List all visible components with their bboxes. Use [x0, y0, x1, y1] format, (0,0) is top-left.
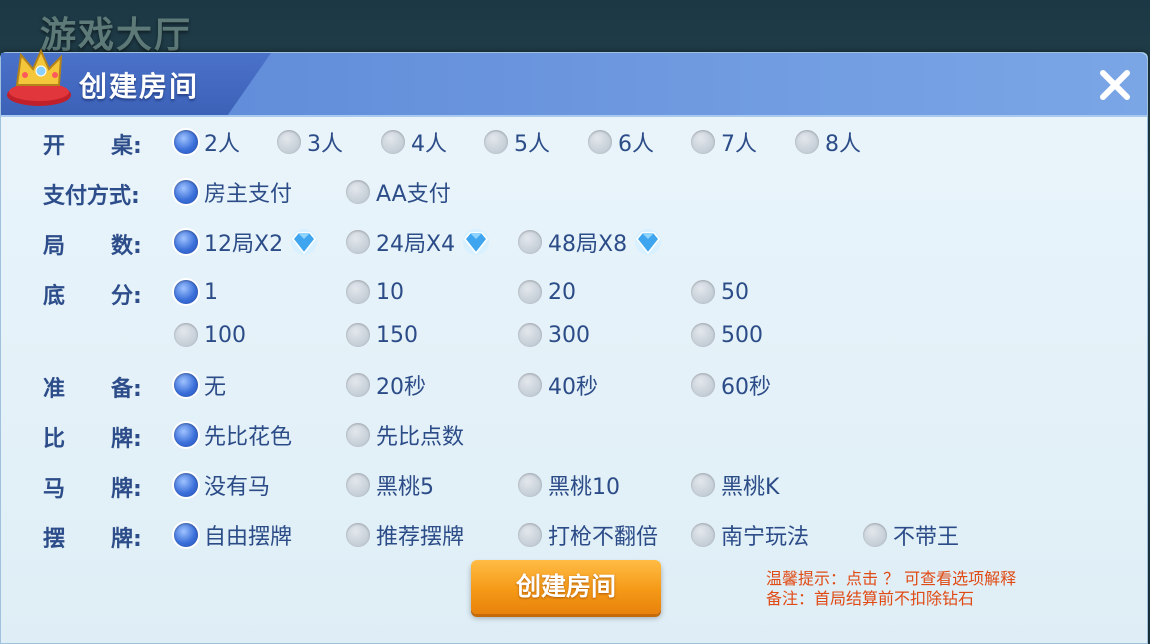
radio[interactable] — [518, 280, 542, 304]
radio[interactable] — [691, 130, 715, 154]
option-24-rounds[interactable]: 24局X4 — [346, 227, 493, 257]
radio[interactable] — [346, 473, 370, 497]
option-7-players[interactable]: 7人 — [691, 127, 757, 157]
radio-selected[interactable] — [174, 423, 198, 447]
radio[interactable] — [691, 523, 715, 547]
create-room-dialog: 创建房间 开 桌: 2人 3人 4人 5人 6人 7人 8人 支付方式: 房主支… — [0, 48, 1148, 644]
radio[interactable] — [795, 130, 819, 154]
option-3-players[interactable]: 3人 — [277, 127, 343, 157]
diamond-icon — [635, 229, 662, 255]
option-6-players[interactable]: 6人 — [588, 127, 654, 157]
row-label: 准 备: — [43, 377, 142, 402]
radio[interactable] — [518, 373, 542, 397]
option-score-50[interactable]: 50 — [691, 277, 749, 307]
radio[interactable] — [691, 323, 715, 347]
row-rounds: 局 数: 12局X2 24局X4 48局X8 — [1, 222, 1147, 262]
row-label: 马 牌: — [43, 477, 142, 502]
radio-selected[interactable] — [174, 180, 198, 204]
radio[interactable] — [691, 473, 715, 497]
option-score-20[interactable]: 20 — [518, 277, 576, 307]
radio[interactable] — [346, 280, 370, 304]
row-label: 比 牌: — [43, 427, 142, 452]
diamond-icon — [463, 229, 490, 255]
dialog-title: 创建房间 — [79, 70, 200, 103]
radio[interactable] — [346, 523, 370, 547]
option-free-arrange[interactable]: 自由摆牌 — [174, 520, 292, 550]
radio[interactable] — [174, 323, 198, 347]
radio[interactable] — [518, 323, 542, 347]
option-no-horse[interactable]: 没有马 — [174, 470, 270, 500]
row-compare: 比 牌: 先比花色 先比点数 — [1, 415, 1147, 455]
row-base-score-2: 100 150 300 500 — [1, 315, 1147, 355]
option-no-joker[interactable]: 不带王 — [863, 520, 959, 550]
row-base-score: 底 分: 1 10 20 50 — [1, 272, 1147, 312]
option-recommended-arrange[interactable]: 推荐摆牌 — [346, 520, 464, 550]
radio[interactable] — [588, 130, 612, 154]
close-icon[interactable] — [1095, 65, 1135, 105]
radio[interactable] — [346, 180, 370, 204]
radio[interactable] — [518, 523, 542, 547]
radio[interactable] — [381, 130, 405, 154]
option-spade-10[interactable]: 黑桃10 — [518, 470, 620, 500]
option-score-10[interactable]: 10 — [346, 277, 404, 307]
option-ready-60s[interactable]: 60秒 — [691, 370, 771, 400]
radio[interactable] — [518, 473, 542, 497]
option-score-1[interactable]: 1 — [174, 277, 218, 307]
option-score-100[interactable]: 100 — [174, 320, 246, 350]
option-no-double[interactable]: 打枪不翻倍 — [518, 520, 658, 550]
radio[interactable] — [691, 373, 715, 397]
radio[interactable] — [346, 423, 370, 447]
radio[interactable] — [863, 523, 887, 547]
row-label: 局 数: — [43, 234, 142, 259]
option-score-500[interactable]: 500 — [691, 320, 763, 350]
option-5-players[interactable]: 5人 — [484, 127, 550, 157]
option-ready-20s[interactable]: 20秒 — [346, 370, 426, 400]
row-label: 开 桌: — [43, 134, 142, 159]
diamond-icon — [291, 229, 318, 255]
tip-line-2: 备注：首局结算前不扣除钻石 — [766, 589, 975, 608]
radio-selected[interactable] — [174, 230, 198, 254]
radio-selected[interactable] — [174, 523, 198, 547]
option-12-rounds[interactable]: 12局X2 — [174, 227, 321, 257]
row-ready-time: 准 备: 无 20秒 40秒 60秒 — [1, 365, 1147, 405]
option-aa-pay[interactable]: AA支付 — [346, 177, 451, 207]
radio-selected[interactable] — [174, 373, 198, 397]
radio[interactable] — [346, 373, 370, 397]
option-nanning-rules[interactable]: 南宁玩法 — [691, 520, 809, 550]
option-compare-rank[interactable]: 先比点数 — [346, 420, 464, 450]
row-payment: 支付方式: 房主支付 AA支付 — [1, 172, 1147, 212]
radio[interactable] — [346, 230, 370, 254]
dialog-title-bar: 创建房间 — [1, 48, 1147, 117]
option-host-pays[interactable]: 房主支付 — [174, 177, 292, 207]
option-score-150[interactable]: 150 — [346, 320, 418, 350]
row-label: 底 分: — [43, 284, 142, 309]
option-ready-none[interactable]: 无 — [174, 370, 226, 400]
row-table-size: 开 桌: 2人 3人 4人 5人 6人 7人 8人 — [1, 122, 1147, 162]
option-8-players[interactable]: 8人 — [795, 127, 861, 157]
option-ready-40s[interactable]: 40秒 — [518, 370, 598, 400]
create-room-button[interactable]: 创建房间 — [471, 560, 661, 614]
option-2-players[interactable]: 2人 — [174, 127, 240, 157]
row-label: 支付方式: — [43, 184, 140, 209]
radio[interactable] — [691, 280, 715, 304]
option-compare-suit[interactable]: 先比花色 — [174, 420, 292, 450]
radio[interactable] — [484, 130, 508, 154]
tip-line-1: 温馨提示：点击 ？ 可查看选项解释 — [766, 569, 1017, 588]
option-spade-k[interactable]: 黑桃K — [691, 470, 779, 500]
radio[interactable] — [518, 230, 542, 254]
radio[interactable] — [277, 130, 301, 154]
radio-selected[interactable] — [174, 280, 198, 304]
tips-text: 温馨提示：点击 ？ 可查看选项解释 备注：首局结算前不扣除钻石 — [766, 569, 1016, 609]
option-4-players[interactable]: 4人 — [381, 127, 447, 157]
crown-icon — [7, 48, 71, 106]
row-arrange: 摆 牌: 自由摆牌 推荐摆牌 打枪不翻倍 南宁玩法 不带王 — [1, 515, 1147, 555]
radio[interactable] — [346, 323, 370, 347]
row-label: 摆 牌: — [43, 527, 142, 552]
option-spade-5[interactable]: 黑桃5 — [346, 470, 434, 500]
option-score-300[interactable]: 300 — [518, 320, 590, 350]
option-48-rounds[interactable]: 48局X8 — [518, 227, 665, 257]
radio-selected[interactable] — [174, 473, 198, 497]
row-horse-card: 马 牌: 没有马 黑桃5 黑桃10 黑桃K — [1, 465, 1147, 505]
radio-selected[interactable] — [174, 130, 198, 154]
